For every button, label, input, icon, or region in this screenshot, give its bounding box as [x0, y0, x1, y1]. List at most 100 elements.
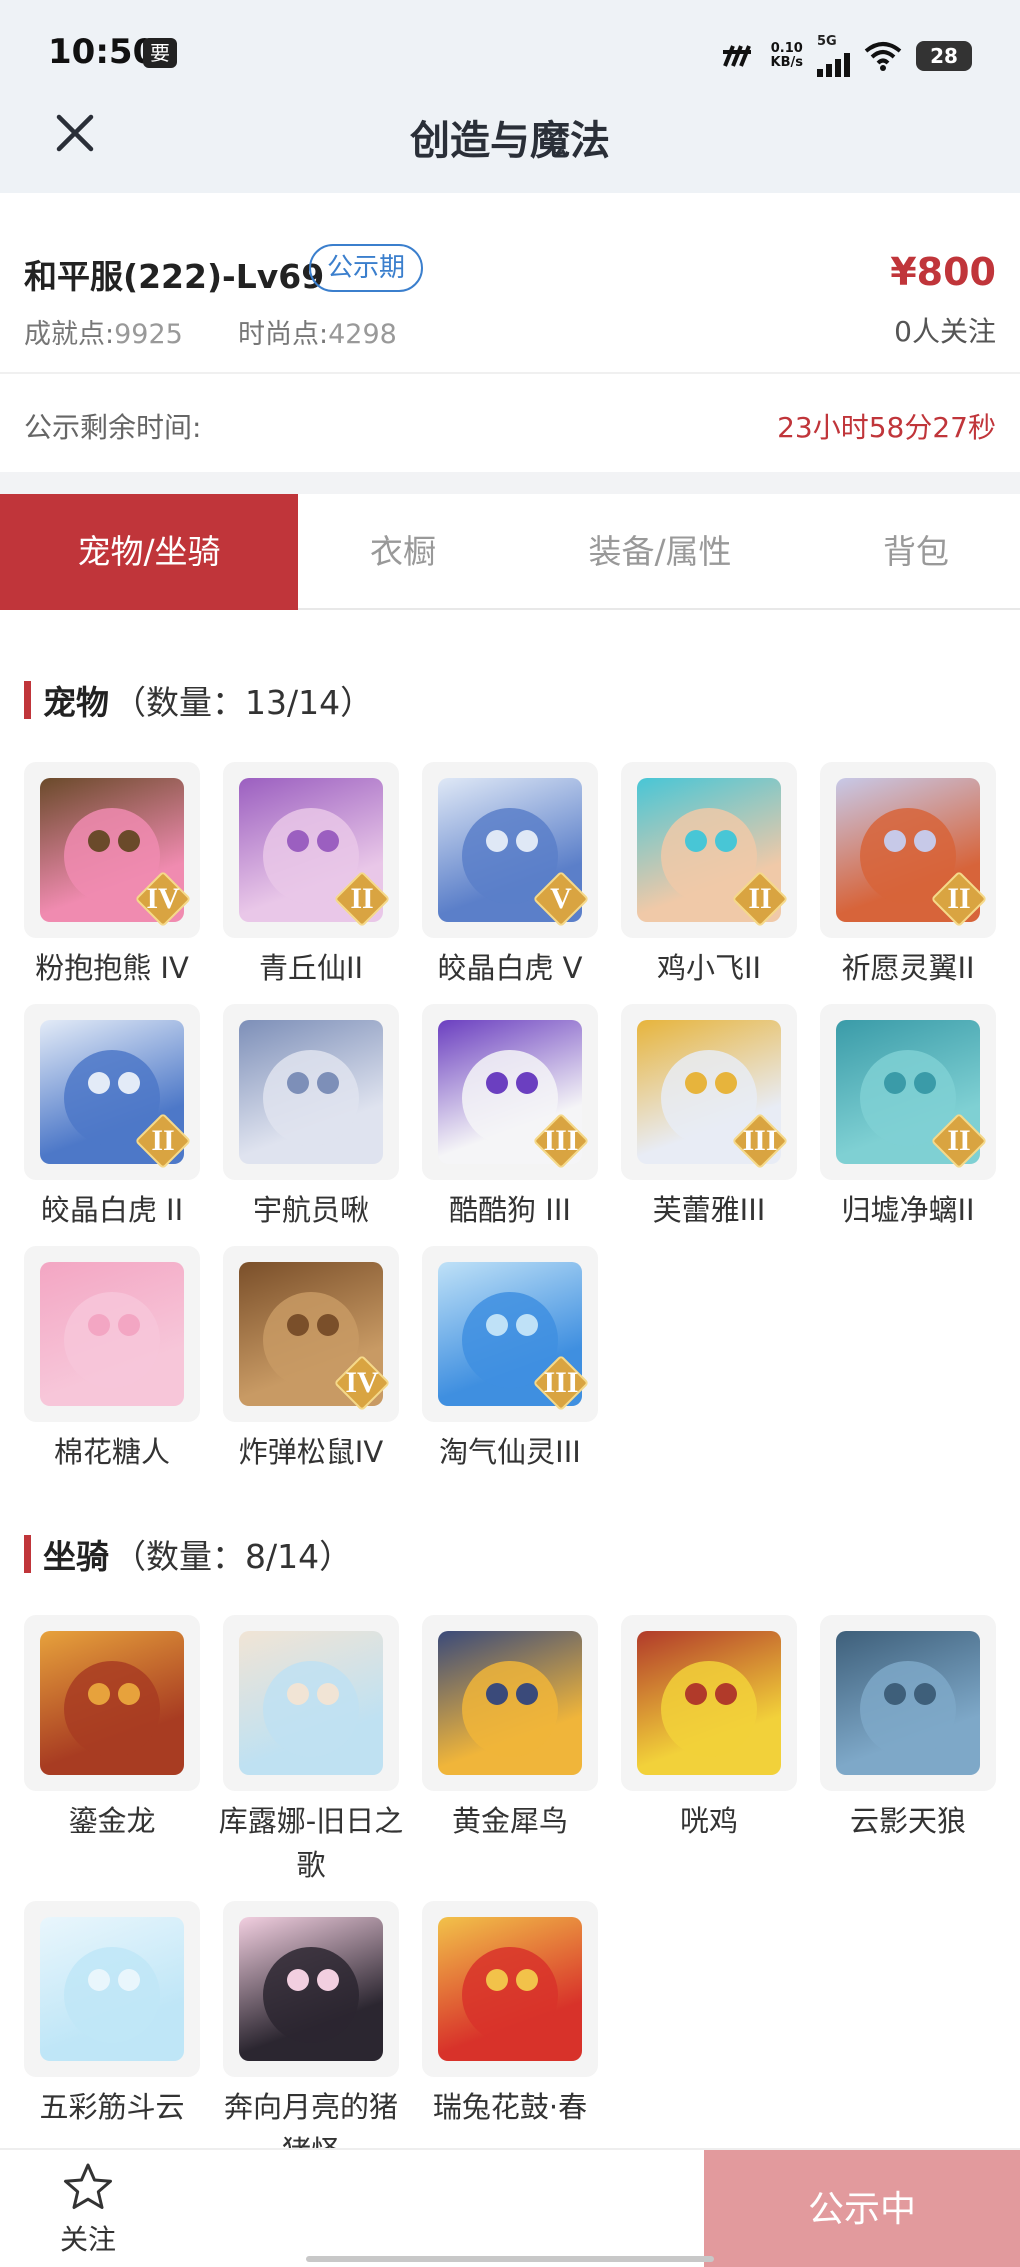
pet-item[interactable]: II 祈愿灵翼II: [820, 762, 996, 990]
artwork-shape: [516, 1072, 538, 1094]
mount-item[interactable]: 鎏金龙: [24, 1615, 200, 1843]
grade-numeral: III: [543, 1366, 579, 1399]
mount-item[interactable]: 咣鸡: [621, 1615, 797, 1843]
item-name: 鸡小飞II: [656, 951, 762, 985]
mount-item[interactable]: 五彩筋斗云: [24, 1901, 200, 2129]
pet-item[interactable]: 棉花糖人: [24, 1246, 200, 1474]
mount-item[interactable]: 黄金犀鸟: [422, 1615, 598, 1843]
network-speed: 0.10 KB/s: [771, 41, 803, 70]
artwork-shape: [860, 1661, 956, 1757]
grade-numeral: II: [151, 1124, 175, 1157]
item-name: 皎晶白虎 II: [40, 1193, 184, 1227]
artwork-shape: [715, 1683, 737, 1705]
grade-badge: III: [731, 1112, 789, 1170]
grade-badge: II: [333, 870, 391, 928]
artwork-shape: [263, 1947, 359, 2043]
pet-item[interactable]: IV 炸弹松鼠IV: [223, 1246, 399, 1474]
item-thumbnail: [820, 1615, 996, 1791]
item-name: 宇航员啾: [252, 1193, 369, 1227]
mounts-section-title: 坐骑 （数量：8/14）: [24, 1530, 352, 1578]
item-name: 芙蕾雅III: [652, 1193, 766, 1227]
item-thumbnail: III: [422, 1004, 598, 1180]
item-artwork: [836, 1631, 980, 1775]
artwork-shape: [685, 1072, 707, 1094]
home-indicator[interactable]: [306, 2256, 714, 2262]
mount-item[interactable]: 瑞兔花鼓·春: [422, 1901, 598, 2129]
pet-item[interactable]: II 鸡小飞II: [621, 762, 797, 990]
artwork-shape: [64, 1661, 160, 1757]
tab-backpack[interactable]: 背包: [812, 494, 1020, 610]
artwork-shape: [914, 1072, 936, 1094]
grade-badge: IV: [333, 1354, 391, 1412]
star-icon: [64, 2163, 112, 2209]
artwork-shape: [516, 1683, 538, 1705]
item-artwork: [438, 1631, 582, 1775]
pet-item[interactable]: III 淘气仙灵III: [422, 1246, 598, 1474]
section-name: 坐骑: [43, 1537, 109, 1576]
pet-item[interactable]: IV 粉抱抱熊 IV: [24, 762, 200, 990]
artwork-shape: [914, 830, 936, 852]
artwork-shape: [118, 830, 140, 852]
tab-equipment[interactable]: 装备/属性: [508, 494, 812, 610]
tab-wardrobe[interactable]: 衣橱: [298, 494, 508, 610]
tab-pets-mounts[interactable]: 宠物/坐骑: [0, 494, 298, 610]
public-status-button[interactable]: 公示中: [704, 2150, 1020, 2267]
artwork-shape: [118, 1314, 140, 1336]
pet-item[interactable]: III 芙蕾雅III: [621, 1004, 797, 1232]
mount-item[interactable]: 云影天狼: [820, 1615, 996, 1843]
top-bar: 10:50 要 0.10 KB/s 5G 28 创造与魔法: [0, 0, 1020, 193]
grade-badge: V: [532, 870, 590, 928]
pet-item[interactable]: 宇航员啾: [223, 1004, 399, 1232]
artwork-shape: [88, 830, 110, 852]
pet-item[interactable]: II 皎晶白虎 II: [24, 1004, 200, 1232]
artwork-shape: [64, 1947, 160, 2043]
artwork-shape: [516, 1314, 538, 1336]
grade-badge: IV: [134, 870, 192, 928]
artwork-shape: [715, 1072, 737, 1094]
pet-item[interactable]: V 皎晶白虎 V: [422, 762, 598, 990]
artwork-shape: [317, 830, 339, 852]
grade-badge: II: [930, 870, 988, 928]
pet-item[interactable]: II 青丘仙II: [223, 762, 399, 990]
status-indicators: 0.10 KB/s 5G 28: [721, 34, 972, 77]
fashion-label: 时尚点:: [238, 319, 329, 350]
artwork-shape: [263, 1050, 359, 1146]
item-thumbnail: [24, 1615, 200, 1791]
network-type: 5G: [817, 34, 837, 49]
artwork-shape: [884, 1072, 906, 1094]
artwork-shape: [516, 1969, 538, 1991]
scrolled-title-remnant: [430, 193, 440, 203]
item-thumbnail: II: [820, 1004, 996, 1180]
pets-section-title: 宠物 （数量：13/14）: [24, 676, 373, 724]
artwork-shape: [462, 1661, 558, 1757]
item-name: 瑞兔花鼓·春: [432, 2090, 588, 2124]
scrolled-header-remnant: [0, 193, 1020, 203]
artwork-shape: [287, 1314, 309, 1336]
item-artwork: [637, 1631, 781, 1775]
mount-item[interactable]: 奔向月亮的猪猪怪: [223, 1901, 399, 2173]
nfc-icon: [722, 44, 751, 67]
artwork-shape: [486, 1314, 508, 1336]
item-artwork: [40, 1631, 184, 1775]
artwork-shape: [685, 1683, 707, 1705]
item-thumbnail: [223, 1004, 399, 1180]
mount-item[interactable]: 库露娜-旧日之歌: [219, 1615, 403, 1887]
artwork-shape: [317, 1314, 339, 1336]
item-name: 归墟净螭II: [841, 1193, 975, 1227]
status-bar: 10:50 要 0.10 KB/s 5G 28: [0, 0, 1020, 100]
pet-item[interactable]: II 归墟净螭II: [820, 1004, 996, 1232]
grade-numeral: II: [748, 882, 772, 915]
follow-button[interactable]: 关注: [38, 2162, 138, 2258]
artwork-shape: [317, 1969, 339, 1991]
pet-item[interactable]: III 酷酷狗 III: [422, 1004, 598, 1232]
item-artwork: [40, 1917, 184, 2061]
artwork-shape: [914, 1683, 936, 1705]
item-name: 库露娜-旧日之歌: [218, 1804, 404, 1882]
item-thumbnail: [223, 1901, 399, 2077]
item-thumbnail: [24, 1246, 200, 1422]
section-count: （数量：13/14）: [113, 683, 374, 722]
item-thumbnail: [422, 1615, 598, 1791]
item-thumbnail: [223, 1615, 399, 1791]
cellular-signal: 5G: [817, 34, 850, 77]
artwork-shape: [287, 1683, 309, 1705]
